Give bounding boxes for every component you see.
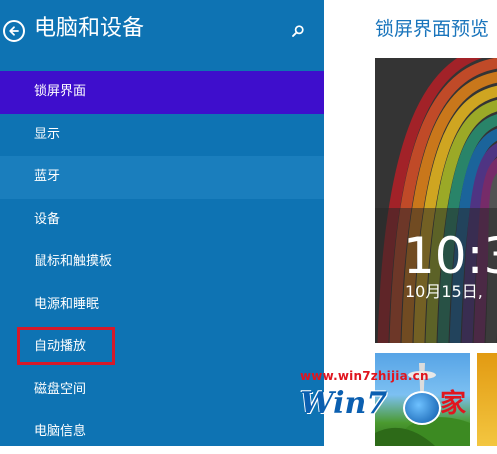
nav-item-mouse-touchpad[interactable]: 鼠标和触摸板 <box>0 241 324 284</box>
back-arrow-icon <box>9 26 19 36</box>
nav-item-label: 显示 <box>34 126 61 142</box>
nav-item-power-sleep[interactable]: 电源和睡眠 <box>0 284 324 327</box>
search-button[interactable] <box>288 21 308 41</box>
nav-item-label: 电源和睡眠 <box>34 296 100 312</box>
sidebar-header: 电脑和设备 <box>0 0 324 62</box>
nav-item-disk-space[interactable]: 磁盘空间 <box>0 369 324 412</box>
nav-item-label: 自动播放 <box>34 339 87 354</box>
windows-logo-icon <box>403 391 441 425</box>
nav-item-label: 锁屏界面 <box>34 84 87 99</box>
background-thumbnail[interactable] <box>477 353 497 446</box>
nav-item-label: 设备 <box>34 211 61 227</box>
settings-sidebar: 电脑和设备 锁屏界面 显示 蓝牙 设备 鼠标和触摸板 电源和睡眠 自动播放 磁盘… <box>0 0 324 446</box>
nav-item-label: 磁盘空间 <box>34 381 87 397</box>
watermark-logo-suffix: 家 <box>440 389 467 419</box>
nav-item-display[interactable]: 显示 <box>0 114 324 157</box>
preview-title: 锁屏界面预览 <box>375 18 490 40</box>
nav-item-lock-screen[interactable]: 锁屏界面 <box>0 71 324 114</box>
nav-item-label: 鼠标和触摸板 <box>34 254 113 269</box>
nav-item-label: 电脑信息 <box>34 424 87 439</box>
nav-item-bluetooth[interactable]: 蓝牙 <box>0 156 324 199</box>
nav-item-pc-info[interactable]: 电脑信息 <box>0 411 324 454</box>
settings-nav: 锁屏界面 显示 蓝牙 设备 鼠标和触摸板 电源和睡眠 自动播放 磁盘空间 电脑信… <box>0 71 324 454</box>
watermark-logo-text: Win7 <box>300 386 388 421</box>
lock-screen-preview-image: 10:3 10月15日, <box>375 58 497 343</box>
back-button[interactable] <box>3 20 25 42</box>
nav-item-label: 蓝牙 <box>34 169 61 184</box>
lock-screen-time: 10:3 <box>403 227 497 285</box>
lock-screen-date: 10月15日, <box>405 282 483 301</box>
nav-item-autoplay[interactable]: 自动播放 <box>0 326 324 369</box>
search-icon <box>292 25 304 37</box>
nav-item-devices[interactable]: 设备 <box>0 199 324 242</box>
watermark-url: www.win7zhijia.cn <box>300 369 429 383</box>
page-title: 电脑和设备 <box>34 16 145 41</box>
